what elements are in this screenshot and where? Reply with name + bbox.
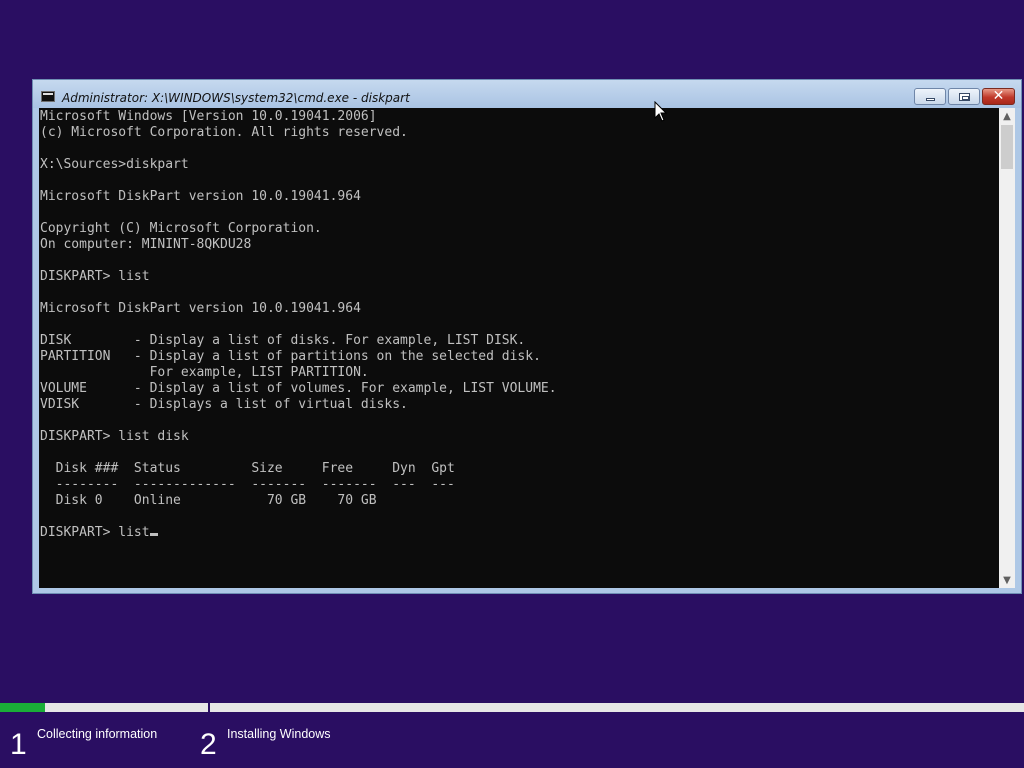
console-line: Copyright (C) Microsoft Corporation. <box>40 221 322 236</box>
console-line: DISK - Display a list of disks. For exam… <box>40 333 526 348</box>
close-icon: ✕ <box>992 88 1005 104</box>
console-line: For example, LIST PARTITION. <box>40 365 369 380</box>
cmd-window: Administrator: X:\WINDOWS\system32\cmd.e… <box>32 79 1022 594</box>
console-line: On computer: MININT-8QKDU28 <box>40 237 252 252</box>
window-title: Administrator: X:\WINDOWS\system32\cmd.e… <box>62 91 410 105</box>
progress-step-divider <box>208 701 210 714</box>
chevron-up-icon: ▲ <box>1003 110 1011 122</box>
console-line: DISKPART> list <box>40 269 150 284</box>
cmd-app-icon[interactable] <box>41 91 55 102</box>
mouse-pointer-icon <box>654 101 668 122</box>
console-line: Disk 0 Online 70 GB 70 GB <box>40 493 377 508</box>
console-line: -------- ------------- ------- ------- -… <box>40 477 455 492</box>
console-line: Microsoft DiskPart version 10.0.19041.96… <box>40 301 361 316</box>
console-line: Disk ### Status Size Free Dyn Gpt <box>40 461 455 476</box>
step-2-number: 2 <box>200 728 217 761</box>
step-1-label: Collecting information <box>37 727 158 741</box>
console-line: DISKPART> list disk <box>40 429 189 444</box>
title-bar[interactable]: Administrator: X:\WINDOWS\system32\cmd.e… <box>33 80 1021 108</box>
console-line: Microsoft Windows [Version 10.0.19041.20… <box>40 109 377 124</box>
scroll-thumb[interactable] <box>1001 125 1013 169</box>
scroll-down-button[interactable]: ▼ <box>999 572 1015 588</box>
console-output[interactable]: Microsoft Windows [Version 10.0.19041.20… <box>39 108 999 588</box>
step-1-number: 1 <box>10 728 27 761</box>
minimize-icon <box>925 97 935 101</box>
text-cursor <box>149 533 158 536</box>
close-button[interactable]: ✕ <box>982 88 1015 105</box>
console-line: X:\Sources>diskpart <box>40 157 189 172</box>
console-line: Microsoft DiskPart version 10.0.19041.96… <box>40 189 361 204</box>
step-2-label: Installing Windows <box>227 727 331 741</box>
console-line: PARTITION - Display a list of partitions… <box>40 349 541 364</box>
console-line: (c) Microsoft Corporation. All rights re… <box>40 125 408 140</box>
maximize-button[interactable] <box>948 88 980 105</box>
console-line: VDISK - Displays a list of virtual disks… <box>40 397 408 412</box>
setup-progress-bar <box>0 701 1024 714</box>
minimize-button[interactable] <box>914 88 946 105</box>
scroll-up-button[interactable]: ▲ <box>999 108 1015 124</box>
chevron-down-icon: ▼ <box>1003 574 1011 586</box>
maximize-icon <box>958 92 970 101</box>
progress-fill <box>0 703 46 712</box>
vertical-scrollbar[interactable]: ▲ ▼ <box>999 108 1015 588</box>
console-line: VOLUME - Display a list of volumes. For … <box>40 381 557 396</box>
console-line: DISKPART> list <box>40 525 158 541</box>
